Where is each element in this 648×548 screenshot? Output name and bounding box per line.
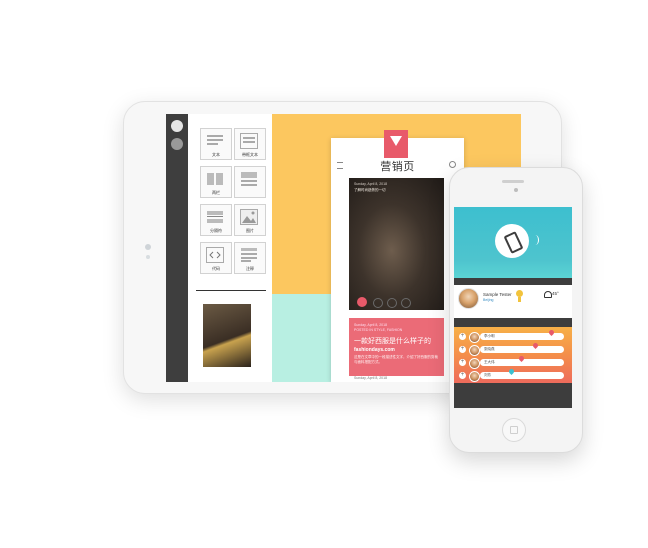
tool-two-column-label: 两栏 bbox=[212, 190, 220, 195]
expand-icon[interactable] bbox=[387, 298, 397, 308]
settings-icon[interactable] bbox=[171, 138, 183, 150]
text-list-icon bbox=[241, 172, 257, 186]
app-hero bbox=[454, 207, 572, 278]
contact-list: + 李小明 + 张晓燕 + 王大伟 + 刘芳 bbox=[454, 327, 572, 383]
search-icon[interactable] bbox=[449, 161, 456, 168]
add-icon[interactable]: + bbox=[459, 372, 466, 379]
tool-code[interactable]: 代码 bbox=[200, 242, 232, 274]
tool-two-column[interactable]: 两栏 bbox=[200, 166, 232, 198]
page-title: 营销页 bbox=[380, 161, 415, 173]
list-item[interactable]: + 刘芳 bbox=[457, 367, 569, 382]
profile-location: Beijing bbox=[483, 298, 494, 302]
list-item-name: 张晓燕 bbox=[484, 347, 495, 351]
tool-code-label: 代码 bbox=[212, 266, 220, 271]
post-excerpt: 了解时尚趋势的一切 bbox=[354, 188, 386, 192]
list-item-name: 王大伟 bbox=[484, 360, 495, 364]
more-icon[interactable] bbox=[401, 298, 411, 308]
add-icon[interactable]: + bbox=[459, 346, 466, 353]
tablet-sensor bbox=[146, 255, 150, 259]
tablet-camera bbox=[145, 244, 151, 250]
palette-image-thumbnail[interactable] bbox=[203, 304, 251, 367]
image-icon bbox=[240, 209, 258, 225]
list-item[interactable]: + 张晓燕 bbox=[457, 341, 569, 356]
list-item[interactable]: + 王大伟 bbox=[457, 354, 569, 369]
tool-comment-label: 注释 bbox=[246, 266, 254, 271]
post-category: POSTED IN STYLE, FASHION bbox=[354, 328, 403, 332]
post-body: 这是在文章中的一段描述性文字，介绍了好西服的剪裁与面料搭配方式。 bbox=[354, 355, 438, 364]
weather-icon bbox=[544, 291, 552, 298]
two-column-icon bbox=[207, 173, 223, 185]
tool-text-list[interactable] bbox=[234, 166, 266, 198]
page-header: 营销页 bbox=[331, 130, 464, 174]
avatar bbox=[469, 358, 480, 369]
award-icon bbox=[516, 290, 523, 297]
tool-image-label: 图片 bbox=[246, 228, 254, 233]
palette-divider bbox=[196, 290, 266, 291]
post-photo bbox=[349, 178, 444, 310]
post-source-link[interactable]: fashiondays.com bbox=[354, 347, 395, 353]
post-card-next[interactable]: Sunday, April 8, 2018 bbox=[349, 376, 444, 382]
heart-icon[interactable] bbox=[357, 297, 367, 307]
add-icon[interactable]: + bbox=[459, 333, 466, 340]
tool-framed-text[interactable]: 带框文本 bbox=[234, 128, 266, 160]
tool-divider[interactable]: 分隔符 bbox=[200, 204, 232, 236]
tool-divider-label: 分隔符 bbox=[210, 228, 222, 233]
post-date: Sunday, April 8, 2018 bbox=[354, 376, 388, 380]
code-icon bbox=[206, 247, 224, 263]
list-item-name: 刘芳 bbox=[484, 373, 491, 377]
tool-text[interactable]: 文本 bbox=[200, 128, 232, 160]
divider-icon bbox=[207, 211, 223, 223]
avatar bbox=[469, 332, 480, 343]
tool-image[interactable]: 图片 bbox=[234, 204, 266, 236]
vibration-wave-icon bbox=[532, 235, 539, 245]
post-date: Sunday, April 8, 2018 bbox=[354, 323, 388, 327]
temperature-value: 45° bbox=[552, 291, 559, 296]
post-card-photo[interactable]: Sunday, April 8, 2018 了解时尚趋势的一切 bbox=[349, 178, 444, 310]
list-item-bar bbox=[480, 372, 564, 379]
text-block-icon bbox=[207, 135, 223, 145]
avatar bbox=[469, 345, 480, 356]
list-item[interactable]: + 李小明 bbox=[457, 328, 569, 343]
post-title: 一款好西服是什么样子的 bbox=[354, 338, 431, 345]
award-ribbon-icon bbox=[518, 297, 521, 302]
avatar bbox=[469, 371, 480, 382]
brand-logo bbox=[384, 130, 408, 158]
tool-comment[interactable]: 注释 bbox=[234, 242, 266, 274]
profile-name: Sample Tester bbox=[483, 292, 512, 297]
home-button-icon bbox=[510, 426, 518, 434]
phone-camera bbox=[514, 188, 518, 192]
phone-speaker bbox=[502, 180, 524, 183]
brand-logo-chevron bbox=[390, 136, 402, 146]
phone-screen: Sample Tester Beijing 45° + 李小明 + 张晓燕 + … bbox=[454, 207, 572, 408]
post-date: Sunday, April 8, 2018 bbox=[354, 182, 388, 186]
tool-text-label: 文本 bbox=[212, 152, 220, 157]
tool-rail bbox=[166, 114, 188, 382]
block-palette: 文本 带框文本 两栏 分隔符 图片 代码 注释 bbox=[188, 114, 272, 382]
post-card-article[interactable]: Sunday, April 8, 2018 POSTED IN STYLE, F… bbox=[349, 318, 444, 376]
profile-card[interactable]: Sample Tester Beijing 45° bbox=[454, 285, 572, 318]
list-item-name: 李小明 bbox=[484, 334, 495, 338]
tool-framed-text-label: 带框文本 bbox=[242, 152, 258, 157]
pencil-icon[interactable] bbox=[171, 120, 183, 132]
repost-icon[interactable] bbox=[373, 298, 383, 308]
comment-icon bbox=[241, 248, 257, 262]
framed-text-icon bbox=[240, 133, 258, 149]
add-icon[interactable]: + bbox=[459, 359, 466, 366]
page-preview: 营销页 Sunday, April 8, 2018 了解时尚趋势的一切 Sund… bbox=[331, 130, 464, 382]
avatar[interactable] bbox=[458, 288, 479, 309]
